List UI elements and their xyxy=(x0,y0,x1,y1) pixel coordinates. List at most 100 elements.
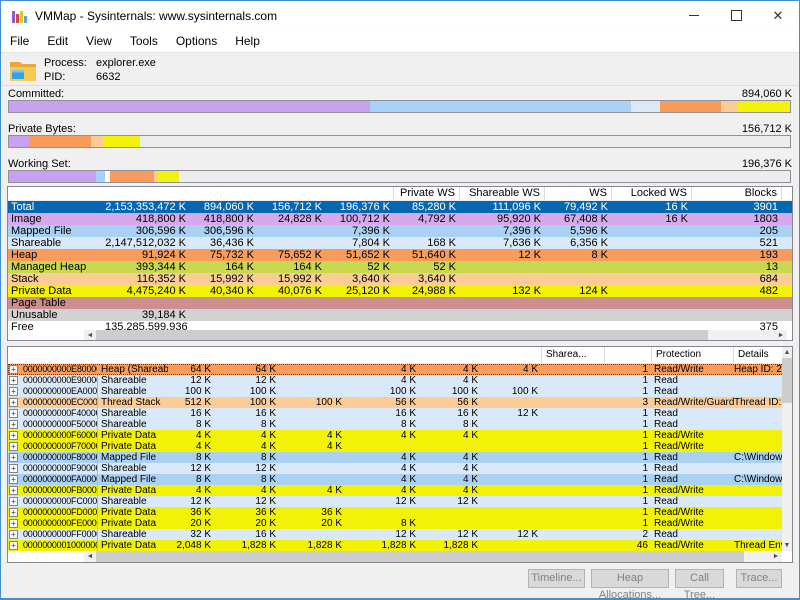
detail-row-0000000000FE0000[interactable]: +0000000000FE0000Private Data20 K20 K20 … xyxy=(8,518,792,529)
summary-row-managed-heap[interactable]: Managed Heap393,344 K164 K164 K52 K52 K1… xyxy=(8,261,792,273)
expand-plus-icon[interactable]: + xyxy=(9,420,18,429)
menu-item-edit[interactable]: Edit xyxy=(38,30,77,52)
detail-type: Private Data xyxy=(97,485,168,496)
expand-plus-icon[interactable]: + xyxy=(9,486,18,495)
summary-header-blocks[interactable]: Blocks xyxy=(692,187,782,200)
scrollbar-thumb[interactable] xyxy=(96,551,744,562)
summary-value-cell: 4,792 K xyxy=(394,213,460,225)
detail-row-0000000000F80000[interactable]: +0000000000F80000Mapped File8 K8 K4 K4 K… xyxy=(8,452,792,463)
summary-row-stack[interactable]: Stack116,352 K15,992 K15,992 K3,640 K3,6… xyxy=(8,273,792,285)
detail-value-cell: 12 K xyxy=(420,529,482,540)
detail-details xyxy=(734,529,784,540)
detail-row-0000000000E80000[interactable]: +0000000000E80000Heap (Shareable)64 K64 … xyxy=(8,364,792,375)
expand-plus-icon[interactable]: + xyxy=(9,519,18,528)
scroll-up-icon[interactable]: ▲ xyxy=(784,347,791,358)
expand-plus-icon[interactable]: + xyxy=(9,475,18,484)
summary-value-cell: 40,340 K xyxy=(190,285,258,297)
detail-row-0000000000FA0000[interactable]: +0000000000FA0000Mapped File8 K8 K4 K4 K… xyxy=(8,474,792,485)
summary-header-private-ws[interactable]: Private WS xyxy=(394,187,460,200)
detail-value-cell: 4 K xyxy=(168,441,215,452)
summary-value-cell xyxy=(460,261,545,273)
summary-header-locked-ws[interactable]: Locked WS xyxy=(612,187,692,200)
expand-plus-icon[interactable]: + xyxy=(9,541,18,550)
summary-horizontal-scrollbar[interactable]: ◄ ► xyxy=(8,330,792,340)
summary-row-page-table[interactable]: Page Table xyxy=(8,297,792,309)
detail-row-0000000000F70000[interactable]: +0000000000F70000Private Data4 K4 K4 K1R… xyxy=(8,441,792,452)
detail-row-0000000000F50000[interactable]: +0000000000F50000Shareable8 K8 K8 K8 K1R… xyxy=(8,419,792,430)
button-heapallocations[interactable]: Heap Allocations... xyxy=(591,569,669,588)
summary-row-heap[interactable]: Heap91,924 K75,732 K75,652 K51,652 K51,6… xyxy=(8,249,792,261)
detail-row-0000000000FB0000[interactable]: +0000000000FB0000Private Data4 K4 K4 K4 … xyxy=(8,485,792,496)
detail-row-0000000000EA0000[interactable]: +0000000000EA0000Shareable100 K100 K100 … xyxy=(8,386,792,397)
expand-plus-icon[interactable]: + xyxy=(9,376,18,385)
expand-plus-icon[interactable]: + xyxy=(9,464,18,473)
summary-value-cell xyxy=(258,297,326,309)
detail-value-cell: 1,828 K xyxy=(420,540,482,551)
scrollbar-thumb[interactable] xyxy=(96,330,708,340)
detail-row-0000000000F90000[interactable]: +0000000000F90000Shareable12 K12 K4 K4 K… xyxy=(8,463,792,474)
detail-row-0000000000E90000[interactable]: +0000000000E90000Shareable12 K12 K4 K4 K… xyxy=(8,375,792,386)
detail-row-0000000000FD0000[interactable]: +0000000000FD0000Private Data36 K36 K36 … xyxy=(8,507,792,518)
summary-header-shareable-ws[interactable]: Shareable WS xyxy=(460,187,545,200)
detail-row-0000000000F60000[interactable]: +0000000000F60000Private Data4 K4 K4 K4 … xyxy=(8,430,792,441)
button-timeline[interactable]: Timeline... xyxy=(528,569,585,588)
summary-row-private-data[interactable]: Private Data4,475,240 K40,340 K40,076 K2… xyxy=(8,285,792,297)
detail-header-protection[interactable]: Protection xyxy=(652,347,734,363)
expand-plus-icon[interactable]: + xyxy=(9,365,18,374)
summary-row-image[interactable]: Image418,800 K418,800 K24,828 K100,712 K… xyxy=(8,213,792,225)
scroll-left-icon[interactable]: ◄ xyxy=(84,332,96,339)
detail-blocks: 1 xyxy=(605,452,652,463)
scroll-right-icon[interactable]: ► xyxy=(775,332,787,339)
scrollbar-thumb[interactable] xyxy=(782,358,792,403)
minimize-button[interactable] xyxy=(673,1,715,30)
summary-type-cell: Private Data xyxy=(8,285,105,297)
summary-row-mapped-file[interactable]: Mapped File306,596 K306,596 K7,396 K7,39… xyxy=(8,225,792,237)
detail-row-0000000000FC0000[interactable]: +0000000000FC0000Shareable12 K12 K12 K12… xyxy=(8,496,792,507)
summary-row-total[interactable]: Total2,153,353,472 K894,060 K156,712 K19… xyxy=(8,201,792,213)
scroll-right-icon[interactable]: ► xyxy=(770,553,782,560)
expand-plus-icon[interactable]: + xyxy=(9,409,18,418)
detail-header-details[interactable]: Details xyxy=(734,347,784,363)
detail-type: Private Data xyxy=(97,518,168,529)
expand-plus-icon[interactable]: + xyxy=(9,497,18,506)
scroll-left-icon[interactable]: ◄ xyxy=(84,553,96,560)
menu-item-help[interactable]: Help xyxy=(226,30,269,52)
detail-address: 0000000000FB0000 xyxy=(21,485,97,496)
detail-expander-cell: + xyxy=(8,507,21,518)
menu-item-options[interactable]: Options xyxy=(167,30,226,52)
detail-value-cell: 4 K xyxy=(280,430,346,441)
detail-address: 0000000000EA0000 xyxy=(21,386,97,397)
menu-item-tools[interactable]: Tools xyxy=(121,30,167,52)
expand-plus-icon[interactable]: + xyxy=(9,431,18,440)
detail-blocks: 1 xyxy=(605,518,652,529)
detail-row-0000000000EC0000[interactable]: +0000000000EC0000Thread Stack512 K100 K1… xyxy=(8,397,792,408)
maximize-button[interactable] xyxy=(715,1,757,30)
detail-empty-cell xyxy=(542,375,605,386)
expand-plus-icon[interactable]: + xyxy=(9,453,18,462)
detail-header-blocks-blank[interactable] xyxy=(605,347,652,363)
detail-type: Shareable xyxy=(97,408,168,419)
detail-protection: Read/Write xyxy=(652,364,734,375)
close-button[interactable]: ✕ xyxy=(757,1,799,30)
detail-row-0000000000FF0000[interactable]: +0000000000FF0000Shareable32 K16 K12 K12… xyxy=(8,529,792,540)
summary-row-unusable[interactable]: Unusable39,184 K xyxy=(8,309,792,321)
scroll-down-icon[interactable]: ▼ xyxy=(784,540,791,551)
menu-item-view[interactable]: View xyxy=(77,30,121,52)
button-calltree[interactable]: Call Tree... xyxy=(675,569,724,588)
summary-row-shareable[interactable]: Shareable2,147,512,032 K36,436 K7,804 K1… xyxy=(8,237,792,249)
detail-header-shareable[interactable]: Sharea... xyxy=(542,347,605,363)
detail-vertical-scrollbar[interactable]: ▲ ▼ xyxy=(782,347,792,551)
detail-row-0000000001000000[interactable]: +0000000001000000Private Data2,048 K1,82… xyxy=(8,540,792,551)
button-trace[interactable]: Trace... xyxy=(736,569,782,588)
summary-header-ws[interactable]: WS xyxy=(545,187,612,200)
expand-plus-icon[interactable]: + xyxy=(9,530,18,539)
expand-plus-icon[interactable]: + xyxy=(9,387,18,396)
expand-plus-icon[interactable]: + xyxy=(9,398,18,407)
detail-horizontal-scrollbar[interactable]: ◄ ► xyxy=(8,551,782,562)
expand-plus-icon[interactable]: + xyxy=(9,442,18,451)
detail-row-0000000000F40000[interactable]: +0000000000F40000Shareable16 K16 K16 K16… xyxy=(8,408,792,419)
expand-plus-icon[interactable]: + xyxy=(9,508,18,517)
menu-item-file[interactable]: File xyxy=(1,30,38,52)
detail-value-cell: 12 K xyxy=(168,375,215,386)
summary-value-cell: 1803 xyxy=(692,213,782,225)
